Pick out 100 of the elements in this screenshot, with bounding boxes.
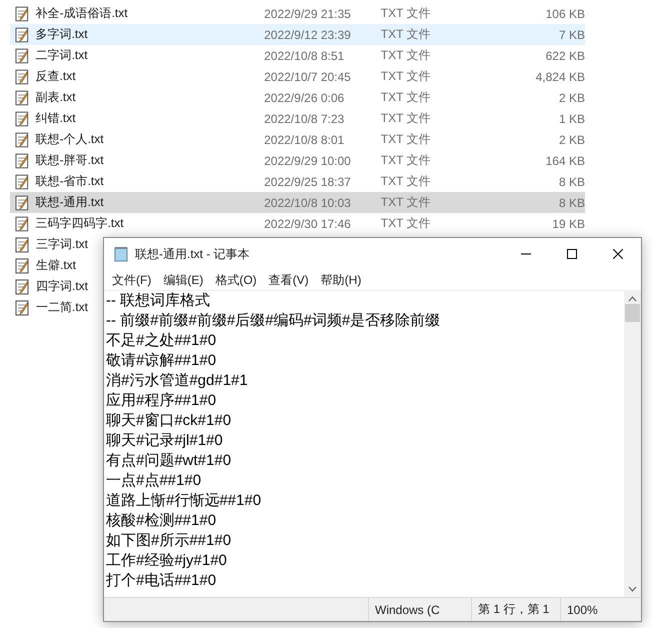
menu-item[interactable]: 帮助(H)	[314, 270, 368, 290]
menu-item[interactable]: 格式(O)	[209, 270, 263, 290]
text-line: 如下图#所示##1#0	[106, 531, 232, 551]
text-file-icon	[15, 152, 30, 168]
file-name: 三码字四码字.txt	[36, 215, 125, 232]
text-line: 敬请#谅解##1#0	[106, 351, 218, 371]
text-file-icon	[15, 258, 30, 274]
status-text: Windows (C	[368, 598, 471, 621]
file-name: 一二简.txt	[36, 299, 88, 316]
text-line: 应用#程序##1#0	[106, 391, 218, 411]
file-date: 2022/9/25 18:37	[264, 174, 352, 188]
scroll-up-icon[interactable]	[628, 296, 637, 302]
menu-item[interactable]: 编辑(E)	[157, 270, 210, 290]
file-size: 7 KB	[558, 28, 585, 42]
file-date: 2022/10/8 8:01	[264, 132, 346, 146]
text-line: 聊天#窗口#ck#1#0	[106, 411, 232, 431]
file-type: TXT 文件	[380, 215, 432, 232]
text-line: -- 前缀#前缀#前缀#后缀#编码#词频#是否移除前缀	[106, 311, 442, 331]
file-row[interactable]: 纠错.txt 2022/10/8 7:23 TXT 文件 1 KB	[10, 108, 585, 129]
text-line: 消#污水管道#gd#1#1	[106, 371, 249, 391]
file-name: 副表.txt	[36, 89, 77, 106]
file-type: TXT 文件	[380, 152, 432, 169]
text-file-icon	[15, 6, 30, 22]
file-size: 19 KB	[551, 216, 585, 230]
file-type: TXT 文件	[380, 131, 432, 148]
file-type: TXT 文件	[380, 47, 432, 64]
text-file-icon	[15, 194, 30, 210]
menu-item[interactable]: 查看(V)	[262, 270, 315, 290]
file-date: 2022/9/12 23:39	[264, 28, 352, 42]
file-type: TXT 文件	[380, 5, 432, 22]
file-name: 联想-省市.txt	[36, 173, 105, 190]
status-text: 第 1 行，第 1	[471, 598, 560, 621]
file-size: 164 KB	[544, 154, 585, 168]
file-row[interactable]: 联想-通用.txt 2022/10/8 10:03 TXT 文件 8 KB	[10, 192, 585, 213]
text-file-icon	[15, 110, 30, 126]
file-row[interactable]: 多字词.txt 2022/9/12 23:39 TXT 文件 7 KB	[10, 24, 585, 45]
file-date: 2022/9/30 17:46	[264, 216, 352, 230]
text-line: 有点#问题#wt#1#0	[106, 451, 232, 471]
file-row[interactable]: 三字词.txt	[10, 234, 88, 255]
file-type: TXT 文件	[380, 173, 432, 190]
file-name: 四字词.txt	[36, 278, 88, 295]
maximize-icon	[567, 249, 577, 259]
file-row[interactable]: 生僻.txt	[10, 255, 76, 276]
file-row[interactable]: 联想-胖哥.txt 2022/9/29 10:00 TXT 文件 164 KB	[10, 150, 585, 171]
close-icon	[613, 249, 623, 259]
text-file-icon	[15, 300, 30, 316]
file-row[interactable]: 副表.txt 2022/9/26 0:06 TXT 文件 2 KB	[10, 87, 585, 108]
text-file-icon	[15, 48, 30, 64]
file-size: 2 KB	[558, 90, 585, 104]
file-type: TXT 文件	[380, 110, 432, 127]
text-line: 聊天#记录#jl#1#0	[106, 431, 224, 451]
window-title: 联想-通用.txt - 记事本	[135, 246, 251, 262]
text-file-icon	[15, 216, 30, 232]
text-line: 一点#点##1#0	[106, 471, 202, 491]
file-row[interactable]: 三码字四码字.txt 2022/9/30 17:46 TXT 文件 19 KB	[10, 213, 585, 234]
file-row[interactable]: 反查.txt 2022/10/7 20:45 TXT 文件 4,824 KB	[10, 66, 585, 87]
text-file-icon	[15, 68, 30, 84]
file-size: 106 KB	[544, 6, 585, 20]
file-name: 反查.txt	[36, 68, 77, 85]
file-name: 生僻.txt	[36, 257, 76, 274]
file-date: 2022/10/7 20:45	[264, 70, 352, 84]
file-date: 2022/10/8 8:51	[264, 48, 346, 62]
file-name: 多字词.txt	[36, 26, 89, 43]
text-file-icon	[15, 132, 30, 148]
file-row[interactable]: 四字词.txt	[10, 276, 88, 297]
menu-item[interactable]: 文件(F)	[106, 270, 158, 290]
file-name: 联想-通用.txt	[36, 194, 105, 211]
file-type: TXT 文件	[380, 89, 432, 106]
file-type: TXT 文件	[380, 26, 432, 43]
file-size: 4,824 KB	[534, 70, 585, 84]
text-line: 打个#电话##1#0	[106, 571, 218, 591]
file-size: 2 KB	[558, 132, 585, 146]
file-row[interactable]: 联想-省市.txt 2022/9/25 18:37 TXT 文件 8 KB	[10, 171, 585, 192]
file-name: 纠错.txt	[36, 110, 77, 127]
file-date: 2022/9/26 0:06	[264, 90, 346, 104]
file-size: 8 KB	[558, 196, 585, 210]
scrollbar[interactable]	[624, 291, 641, 597]
status-text: 100%	[560, 598, 627, 621]
file-row[interactable]: 二字词.txt 2022/10/8 8:51 TXT 文件 622 KB	[10, 45, 585, 66]
text-line: 不足#之处##1#0	[106, 331, 218, 351]
scroll-thumb[interactable]	[625, 304, 640, 322]
file-name: 补全-成语俗语.txt	[36, 5, 129, 22]
scroll-down-icon[interactable]	[628, 586, 637, 592]
file-date: 2022/9/29 21:35	[264, 6, 352, 20]
file-name: 三字词.txt	[36, 236, 88, 253]
file-row[interactable]: 补全-成语俗语.txt 2022/9/29 21:35 TXT 文件 106 KB	[10, 3, 585, 24]
file-size: 1 KB	[558, 112, 585, 126]
file-row[interactable]: 一二简.txt	[10, 297, 88, 318]
text-file-icon	[15, 90, 30, 106]
file-row[interactable]: 联想-个人.txt 2022/10/8 8:01 TXT 文件 2 KB	[10, 129, 585, 150]
text-file-icon	[15, 26, 30, 42]
file-type: TXT 文件	[380, 194, 432, 211]
text-line: -- 联想词库格式	[106, 291, 212, 311]
text-line: 工作#经验#jy#1#0	[106, 551, 228, 571]
text-file-icon	[15, 278, 30, 294]
file-size: 8 KB	[558, 174, 585, 188]
text-line: 核酸#检测##1#0	[106, 511, 218, 531]
file-name: 联想-胖哥.txt	[36, 152, 105, 169]
notepad-icon	[113, 246, 129, 262]
file-name: 联想-个人.txt	[36, 131, 105, 148]
